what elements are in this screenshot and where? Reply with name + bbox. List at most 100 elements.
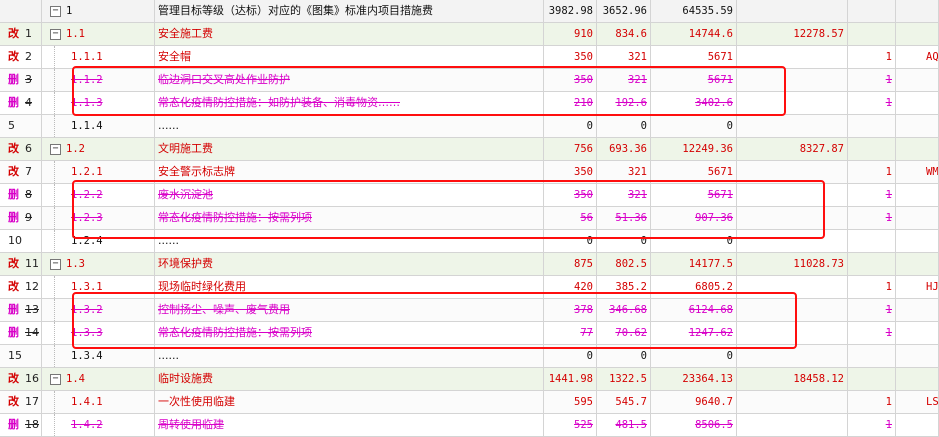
- table-row[interactable]: 改 17 1.4.1 一次性使用临建 595 545.7 9640.7 1 LS1: [0, 391, 939, 414]
- value-cell-5[interactable]: 1: [848, 69, 896, 91]
- value-cell-3[interactable]: 12249.36: [651, 138, 737, 160]
- value-cell-5[interactable]: [848, 23, 896, 45]
- value-cell-6[interactable]: [896, 230, 939, 252]
- value-cell-5[interactable]: [848, 115, 896, 137]
- value-cell-2[interactable]: 545.7: [597, 391, 651, 413]
- value-cell-5[interactable]: [848, 345, 896, 367]
- value-cell-4[interactable]: [737, 391, 848, 413]
- value-cell-6[interactable]: [896, 253, 939, 275]
- table-row[interactable]: 改 6−1.2 文明施工费 756 693.36 12249.36 8327.87: [0, 138, 939, 161]
- value-cell-1[interactable]: 756: [544, 138, 597, 160]
- value-cell-1[interactable]: 0: [544, 115, 597, 137]
- value-cell-4[interactable]: [737, 46, 848, 68]
- code-cell[interactable]: −1: [42, 0, 155, 22]
- row-header-cell[interactable]: 删4: [0, 92, 42, 114]
- code-cell[interactable]: 1.4.2: [42, 414, 155, 436]
- value-cell-1[interactable]: 350: [544, 46, 597, 68]
- row-header-cell[interactable]: 改6: [0, 138, 42, 160]
- value-cell-5[interactable]: 1: [848, 207, 896, 229]
- row-header-cell[interactable]: 删 14: [0, 322, 42, 344]
- value-cell-2[interactable]: 1322.5: [597, 368, 651, 390]
- table-row[interactable]: −1 管理目标等级（达标）对应的《图集》标准内项目措施费 3982.98 3652.9…: [0, 0, 939, 23]
- collapse-toggle-icon[interactable]: −: [50, 5, 61, 17]
- value-cell-2[interactable]: 802.5: [597, 253, 651, 275]
- value-cell-2[interactable]: 321: [597, 46, 651, 68]
- row-header-cell[interactable]: 改 12: [0, 276, 42, 298]
- value-cell-5[interactable]: [848, 0, 896, 22]
- code-cell[interactable]: −1.4: [42, 368, 155, 390]
- value-cell-3[interactable]: 14744.6: [651, 23, 737, 45]
- value-cell-6[interactable]: [896, 322, 939, 344]
- code-cell[interactable]: 1.1.1: [42, 46, 155, 68]
- row-header-cell[interactable]: 删 18: [0, 414, 42, 436]
- value-cell-1[interactable]: 910: [544, 23, 597, 45]
- collapse-toggle-icon[interactable]: −: [50, 28, 61, 40]
- value-cell-5[interactable]: [848, 230, 896, 252]
- row-header-cell[interactable]: 删3: [0, 69, 42, 91]
- value-cell-6[interactable]: [896, 0, 939, 22]
- value-cell-6[interactable]: [896, 299, 939, 321]
- collapse-toggle-icon[interactable]: −: [50, 373, 61, 385]
- value-cell-6[interactable]: [896, 184, 939, 206]
- name-cell[interactable]: 环境保护费: [155, 253, 544, 275]
- value-cell-5[interactable]: 1: [848, 161, 896, 183]
- value-cell-6[interactable]: AQ3: [896, 46, 939, 68]
- value-cell-1[interactable]: 3982.98: [544, 0, 597, 22]
- value-cell-5[interactable]: 1: [848, 184, 896, 206]
- value-cell-5[interactable]: 1: [848, 92, 896, 114]
- row-header-cell[interactable]: 改1: [0, 23, 42, 45]
- value-cell-3[interactable]: 5671: [651, 46, 737, 68]
- name-cell[interactable]: 周转使用临建: [155, 414, 544, 436]
- code-cell[interactable]: −1.1: [42, 23, 155, 45]
- name-cell[interactable]: ......: [155, 115, 544, 137]
- row-header-cell[interactable]: 删 13: [0, 299, 42, 321]
- value-cell-5[interactable]: 1: [848, 299, 896, 321]
- value-cell-2[interactable]: 693.36: [597, 138, 651, 160]
- value-cell-5[interactable]: [848, 138, 896, 160]
- value-cell-6[interactable]: HJ1: [896, 276, 939, 298]
- value-cell-6[interactable]: [896, 115, 939, 137]
- value-cell-5[interactable]: [848, 253, 896, 275]
- value-cell-3[interactable]: 14177.5: [651, 253, 737, 275]
- row-header-cell[interactable]: 15: [0, 345, 42, 367]
- value-cell-5[interactable]: 1: [848, 46, 896, 68]
- table-row[interactable]: 删 18 1.4.2 周转使用临建 525 481.5 8506.5 1: [0, 414, 939, 437]
- value-cell-5[interactable]: 1: [848, 276, 896, 298]
- value-cell-4[interactable]: 8327.87: [737, 138, 848, 160]
- name-cell[interactable]: 安全施工费: [155, 23, 544, 45]
- value-cell-3[interactable]: 9640.7: [651, 391, 737, 413]
- row-header-cell[interactable]: 删8: [0, 184, 42, 206]
- value-cell-3[interactable]: 0: [651, 115, 737, 137]
- value-cell-4[interactable]: 12278.57: [737, 23, 848, 45]
- row-header-cell[interactable]: 5: [0, 115, 42, 137]
- value-cell-4[interactable]: [737, 0, 848, 22]
- value-cell-4[interactable]: 18458.12: [737, 368, 848, 390]
- value-cell-6[interactable]: [896, 368, 939, 390]
- value-cell-5[interactable]: 1: [848, 414, 896, 436]
- name-cell[interactable]: 安全帽: [155, 46, 544, 68]
- value-cell-2[interactable]: 834.6: [597, 23, 651, 45]
- name-cell[interactable]: 管理目标等级（达标）对应的《图集》标准内项目措施费: [155, 0, 544, 22]
- value-cell-6[interactable]: [896, 207, 939, 229]
- value-cell-5[interactable]: [848, 368, 896, 390]
- value-cell-5[interactable]: 1: [848, 322, 896, 344]
- value-cell-3[interactable]: 8506.5: [651, 414, 737, 436]
- value-cell-6[interactable]: WMS: [896, 161, 939, 183]
- value-cell-1[interactable]: 595: [544, 391, 597, 413]
- row-header-cell[interactable]: 改2: [0, 46, 42, 68]
- value-cell-6[interactable]: [896, 69, 939, 91]
- code-cell[interactable]: 1.1.4: [42, 115, 155, 137]
- value-cell-6[interactable]: [896, 23, 939, 45]
- value-cell-4[interactable]: 11028.73: [737, 253, 848, 275]
- row-header-cell[interactable]: [0, 0, 42, 22]
- row-header-cell[interactable]: 改 17: [0, 391, 42, 413]
- value-cell-2[interactable]: 0: [597, 115, 651, 137]
- value-cell-1[interactable]: 875: [544, 253, 597, 275]
- row-header-cell[interactable]: 删9: [0, 207, 42, 229]
- code-cell[interactable]: −1.3: [42, 253, 155, 275]
- value-cell-6[interactable]: [896, 345, 939, 367]
- value-cell-6[interactable]: [896, 414, 939, 436]
- value-cell-6[interactable]: [896, 92, 939, 114]
- table-row[interactable]: 改 11−1.3 环境保护费 875 802.5 14177.5 11028.73: [0, 253, 939, 276]
- row-header-cell[interactable]: 改7: [0, 161, 42, 183]
